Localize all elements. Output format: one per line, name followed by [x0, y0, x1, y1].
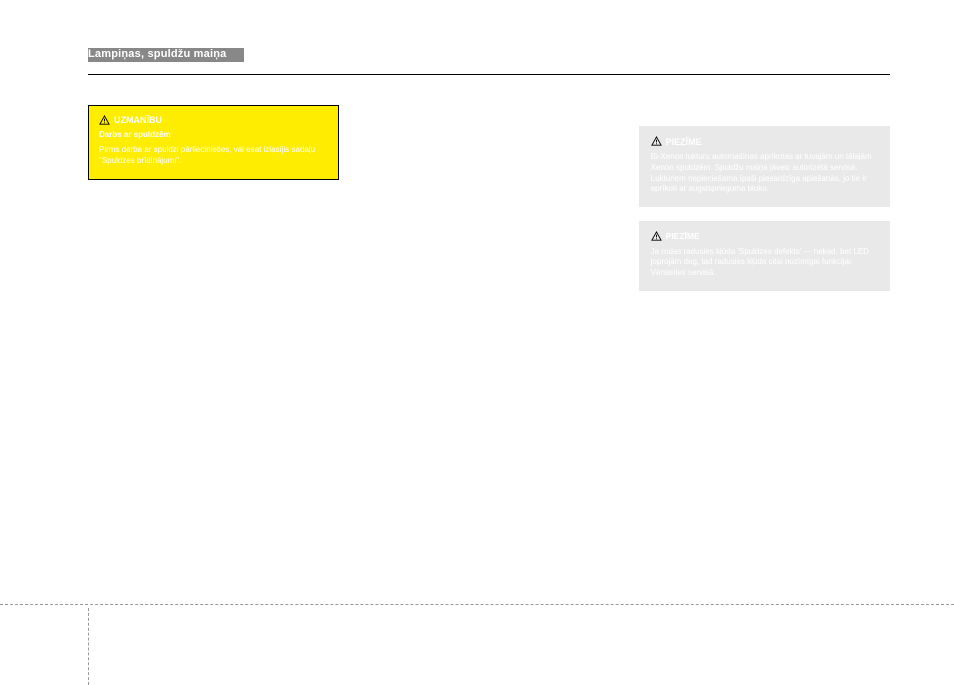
list-item: 4.Spuldze sader ar patronu. Uzmanīgi izņ…	[363, 229, 614, 240]
note-label: PIEZĪME	[666, 136, 702, 148]
list-item: 3.Noņemiet gumijas vāku.	[363, 334, 614, 345]
subsection-title: Priekšējo lukturu manuālā regulēšana (at…	[88, 245, 339, 256]
column-middle: Priekšējā lukture, spuldžu maiņa Visas p…	[363, 105, 614, 447]
list-item: 6.Aizvērt jaunu spuldzi. To var ievietot…	[639, 395, 890, 406]
note-box: PIEZĪME Bi-Xenon lukturu automašīnas apr…	[639, 126, 890, 207]
warning-icon	[651, 136, 662, 147]
note-body: Ja rodas radusies kļūda 'Spuldzes defekt…	[651, 247, 878, 279]
note-label: PIEZĪME	[666, 231, 700, 242]
footer-cut-line	[0, 604, 954, 605]
list-item: 8.Pievienojiet kontaktdakšu.	[363, 419, 614, 430]
list-item: 5.Atbrīvojiet atspertes fiksatoru — pasp…	[363, 360, 614, 371]
list-item: 7.Piespiediet fiksatora atspertes klipu …	[639, 408, 890, 430]
list-item: 5.Atbrīvojiet atspertes fiksatoru uz iek…	[639, 372, 890, 394]
caution-body: Pirms darba ar spuldzi pārliecinieties, …	[99, 145, 328, 167]
subsection-title: Priekšējo lukturu regulēšana, pagriežot …	[88, 194, 339, 205]
numbered-list: 1.Izslēdziet apgaismojumu un pagreiziet …	[363, 169, 614, 287]
list-item: 5.Viegli izvelciet datu (pelēko). Velcie…	[363, 242, 614, 264]
list-item: 1:Vadītājs + pasažieris priekšā	[88, 299, 339, 310]
document-chapter-label: Techniskā apkope	[818, 48, 890, 58]
list-item: 1.Izslēdziet apgaismojumu un pagreiziet …	[363, 169, 614, 191]
list-item: 2:Visi sēdekļi aizņemti	[88, 312, 339, 323]
numbered-list: 1.Izvelciet tālvadības atslēgu. 2.Atveri…	[639, 320, 890, 429]
list-item: 7.Uzstādiet atspertes fiksatoru — vispir…	[363, 396, 614, 418]
paragraph: Ja ir liela slodze automašīnas aizmugurē…	[88, 207, 339, 239]
list-item: 3.Izvelciet lukturi (sk. tālāk).	[639, 346, 890, 357]
list-item: 9.Uzstādiet gumijas vāku.	[363, 432, 614, 443]
list-item: 4.Atvienojiet kontaktdakšu.	[639, 359, 890, 370]
list-item: 3:Visi sēdekļi aizņemti + maksimālā pieļ…	[88, 325, 339, 336]
list-item: 1.Izslēdziet aizdedzi.	[363, 308, 614, 319]
list-item: 0:Tikai vadītājs	[88, 286, 339, 297]
list-item: 6.Nomainiet spuldzes un uzstādiet pieder…	[363, 265, 614, 287]
subsection-title: Priekšējie gabarītlukturi	[363, 153, 614, 164]
paragraph: Visas priekšējā lukture spuldzes (izņemo…	[363, 126, 614, 148]
list-item: 4:Vadītājs + maksimālā pieļaujamā bagāžn…	[88, 338, 339, 349]
header-rule	[88, 74, 890, 75]
subsection-title: Priekšējie lukturi — Bi-Xenon tuvās gais…	[639, 305, 890, 316]
subsection-title: Tuvās gaismas indikators (Bi-Xenon un ha…	[363, 293, 614, 304]
numbered-list: 1.Izslēdziet aizdedzi. 2.Izvelciet luktu…	[363, 308, 614, 443]
caution-subtitle: Darbs ar spuldzēm	[99, 130, 328, 141]
caution-header: UZMANĪBU	[99, 114, 328, 126]
content-columns: UZMANĪBU Darbs ar spuldzēm Pirms darba a…	[88, 105, 890, 447]
list-item: 4.Atvienojiet kontaktdakšu.	[363, 347, 614, 358]
position-list: 0:Tikai vadītājs 1:Vadītājs + pasažieris…	[88, 286, 339, 348]
section-heading: Lampiņas, spuldžu maiņa	[88, 48, 226, 60]
list-item: 3.Izņemiet spuldzi ar knaibles palīdzību…	[363, 205, 614, 227]
page: Lampiņas, spuldžu maiņa Techniskā apkope…	[0, 0, 954, 447]
list-item: 2.Atveriet motora pārsega dzinēja nodalī…	[639, 333, 890, 344]
subsection-title: Tuvās gaismas	[639, 105, 890, 118]
list-item: 1.Izvelciet tālvadības atslēgu.	[639, 320, 890, 331]
list-item: 2.Izvelciet lukturί.	[363, 321, 614, 332]
caution-label: UZMANĪBU	[114, 114, 162, 126]
caution-box: UZMANĪBU Darbs ar spuldzēm Pirms darba a…	[88, 105, 339, 180]
page-number: 174	[64, 622, 79, 632]
column-right: Tuvās gaismas PIEZĪME Bi-Xenon lukturu a…	[639, 105, 890, 447]
note-header: PIEZĪME	[651, 136, 878, 148]
paragraph: Slodzes regulatora slēdzis atrodas vadīt…	[88, 259, 339, 281]
note-header: PIEZĪME	[651, 231, 878, 242]
note-box: PIEZĪME Ja rodas radusies kļūda 'Spuldze…	[639, 221, 890, 291]
warning-icon	[651, 231, 662, 242]
warning-icon	[99, 115, 110, 126]
footer-fold-line	[88, 608, 89, 685]
subsection-title: Priekšējā lukture, spuldžu maiņa	[363, 105, 614, 118]
list-item: 6.Izņemiet vaigo spuldzi un ievadiet jau…	[363, 372, 614, 394]
page-header: Lampiņas, spuldžu maiņa Techniskā apkope	[88, 48, 890, 68]
note-body: Bi-Xenon lukturu automašīnas aprīkotas a…	[651, 152, 878, 195]
list-item: 2.Pagrieziet vāciņu pret pulksteņrādītāj…	[363, 192, 614, 203]
column-left: UZMANĪBU Darbs ar spuldzēm Pirms darba a…	[88, 105, 339, 447]
